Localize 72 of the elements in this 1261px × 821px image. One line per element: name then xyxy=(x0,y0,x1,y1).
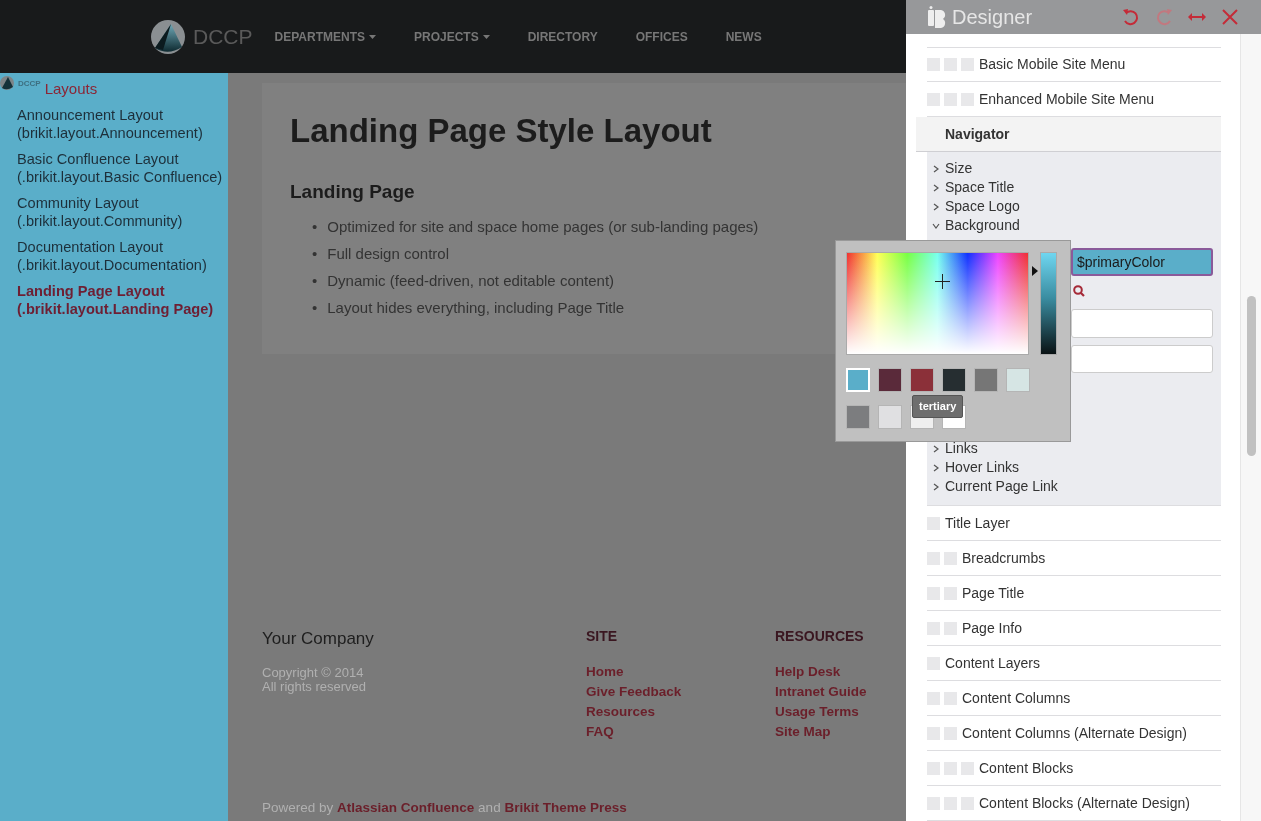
layer-item[interactable]: Content Blocks xyxy=(979,757,1074,779)
color-swatch[interactable] xyxy=(1006,368,1030,392)
brand-name: DCCP xyxy=(18,78,41,90)
sidebar-item[interactable]: Community Layout (.brikit.layout.Community) xyxy=(0,193,228,230)
nav-link[interactable]: DEPARTMENTS xyxy=(268,27,395,46)
page-title: Landing Page Style Layout xyxy=(290,111,713,151)
footer-heading: RESOURCES xyxy=(775,627,864,646)
bullet-item: Dynamic (feed-driven, not editable content) xyxy=(327,271,615,292)
navigator-item[interactable]: Space Title xyxy=(945,177,1015,198)
layer-item[interactable]: Content Layers xyxy=(945,652,1040,674)
nav-link[interactable]: NEWS xyxy=(706,27,781,46)
sidebar-item[interactable]: Announcement Layout (brikit.layout.Announcement) xyxy=(0,105,228,142)
bullet-item: Optimized for site and space home pages (or sub-landing pages) xyxy=(327,217,759,238)
scrollbar-thumb[interactable] xyxy=(1246,296,1256,456)
chevron-icon[interactable] xyxy=(932,463,940,472)
chevron-icon[interactable] xyxy=(932,164,940,173)
bullet-icon: • xyxy=(312,213,318,241)
layer-item[interactable]: Breadcrumbs xyxy=(962,547,1046,569)
navigator-item[interactable]: Size xyxy=(945,158,973,179)
logo-icon[interactable] xyxy=(151,19,185,54)
nav-link[interactable]: OFFICES xyxy=(616,27,707,46)
shade-bar[interactable] xyxy=(1040,252,1057,355)
dropdown-field[interactable] xyxy=(1071,345,1213,373)
chevron-icon[interactable] xyxy=(932,221,940,230)
logo-icon xyxy=(0,76,14,90)
color-field[interactable]: $primaryColor xyxy=(1071,248,1213,276)
section-header[interactable]: Navigator xyxy=(916,117,1221,152)
chevron-icon[interactable] xyxy=(932,202,940,211)
bullet-item: Layout hides everything, including Page Title xyxy=(327,298,625,319)
nav-link[interactable]: PROJECTS xyxy=(394,27,509,46)
bullet-icon: • xyxy=(312,294,318,322)
layer-item[interactable]: Content Columns xyxy=(962,687,1071,709)
color-swatch[interactable] xyxy=(974,368,998,392)
layer-item[interactable]: Basic Mobile Site Menu xyxy=(979,54,1126,75)
color-swatch[interactable] xyxy=(878,405,902,429)
text-field[interactable] xyxy=(1071,309,1213,338)
layer-item[interactable]: Content Blocks (Alternate Design) xyxy=(979,792,1190,814)
layer-item[interactable]: Page Title xyxy=(962,582,1025,604)
navigator-item[interactable]: Links xyxy=(945,438,978,459)
search-icon[interactable] xyxy=(1073,285,1085,297)
sidebar-title: Layouts xyxy=(44,79,98,99)
navigator-item[interactable]: Hover Links xyxy=(945,457,1019,478)
layer-item[interactable]: Title Layer xyxy=(945,512,1010,534)
crosshair-icon xyxy=(935,274,950,289)
navigator-item[interactable]: Current Page Link xyxy=(945,476,1058,497)
color-swatch[interactable] xyxy=(846,405,870,429)
chevron-icon[interactable] xyxy=(932,444,940,453)
slider-thumb[interactable] xyxy=(1032,266,1038,277)
color-swatch[interactable] xyxy=(942,368,966,392)
sidebar-item[interactable]: Basic Confluence Layout (.brikit.layout.Basic Confluence) xyxy=(0,149,228,186)
layer-item[interactable]: Content Columns (Alternate Design) xyxy=(962,722,1187,744)
nav-link[interactable]: DIRECTORY xyxy=(508,27,617,46)
bullet-item: Full design control xyxy=(327,244,449,265)
color-swatch[interactable] xyxy=(878,368,902,392)
sidebar-item[interactable]: Documentation Layout (.brikit.layout.Documentation) xyxy=(0,237,228,274)
bullet-icon: • xyxy=(312,240,318,268)
company-name: Your Company xyxy=(262,628,375,650)
tooltip: tertiary xyxy=(912,395,964,418)
color-swatch[interactable] xyxy=(910,368,934,392)
section-heading: Landing Page xyxy=(290,180,416,204)
sidebar-item[interactable]: Landing Page Layout (.brikit.layout.Landing Page) xyxy=(0,281,228,318)
color-gradient-area[interactable] xyxy=(846,252,1029,355)
logo-icon xyxy=(928,6,946,28)
navigator-item[interactable]: Background xyxy=(945,215,1020,236)
chevron-icon[interactable] xyxy=(932,482,940,491)
designer-title: Designer xyxy=(952,5,1034,30)
chevron-icon[interactable] xyxy=(932,183,940,192)
footer-heading: SITE xyxy=(586,627,618,646)
layer-item[interactable]: Page Info xyxy=(962,617,1022,639)
layer-item[interactable]: Enhanced Mobile Site Menu xyxy=(979,88,1155,110)
navigator-item[interactable]: Space Logo xyxy=(945,196,1020,217)
bullet-icon: • xyxy=(312,267,318,295)
